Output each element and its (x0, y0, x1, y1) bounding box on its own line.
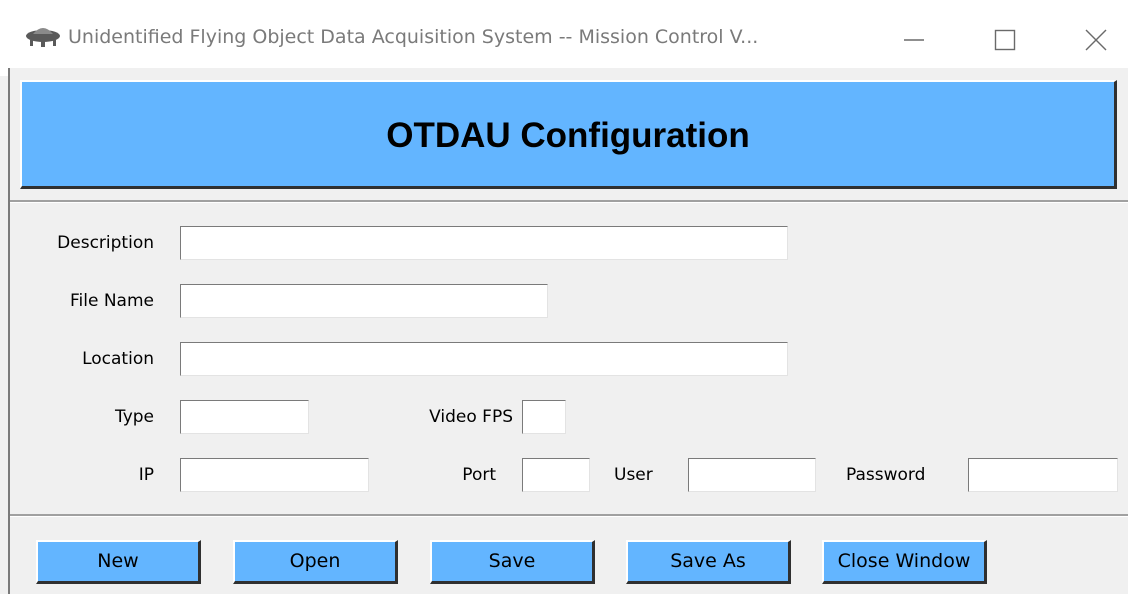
file-name-label: File Name (69, 291, 154, 311)
maximize-icon (994, 29, 1016, 51)
description-label: Description (57, 233, 154, 253)
close-button[interactable] (1076, 20, 1116, 60)
description-field[interactable] (180, 226, 788, 260)
port-field[interactable] (522, 458, 590, 492)
location-field[interactable] (180, 342, 788, 376)
save-button[interactable]: Save (430, 540, 595, 584)
video-fps-label: Video FPS (429, 407, 513, 427)
page-title: OTDAU Configuration (386, 116, 750, 155)
new-button[interactable]: New (36, 540, 201, 584)
type-field[interactable] (180, 400, 309, 434)
minimize-button[interactable] (894, 20, 934, 60)
ip-field[interactable] (180, 458, 369, 492)
window-content: OTDAU Configuration (8, 68, 1128, 594)
flying-saucer-icon (26, 28, 60, 47)
maximize-button[interactable] (985, 20, 1025, 60)
config-banner: OTDAU Configuration (20, 80, 1117, 189)
password-label: Password (846, 465, 926, 485)
user-label: User (614, 465, 653, 485)
user-field[interactable] (688, 458, 816, 492)
window-title: Unidentified Flying Object Data Acquisit… (68, 26, 759, 48)
port-label: Port (462, 465, 496, 485)
save-as-button[interactable]: Save As (626, 540, 791, 584)
ip-label: IP (138, 465, 154, 485)
divider-bottom (10, 514, 1128, 517)
close-window-button[interactable]: Close Window (822, 540, 987, 584)
open-button[interactable]: Open (233, 540, 398, 584)
file-name-field[interactable] (180, 284, 548, 318)
video-fps-field[interactable] (522, 400, 566, 434)
password-field[interactable] (968, 458, 1118, 492)
type-label: Type (114, 407, 154, 427)
minimize-icon (904, 39, 924, 41)
location-label: Location (82, 349, 154, 369)
title-bar: Unidentified Flying Object Data Acquisit… (0, 0, 1128, 76)
divider-top (10, 200, 1128, 203)
close-icon (1085, 29, 1107, 51)
